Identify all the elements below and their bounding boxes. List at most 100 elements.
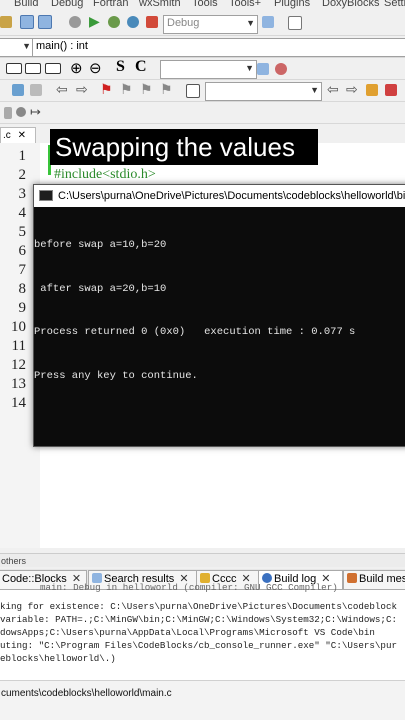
console-icon (39, 190, 53, 201)
zoom-out-icon[interactable]: ⊖ (89, 59, 102, 77)
line-number: 7 (18, 262, 27, 278)
abort-icon[interactable] (146, 16, 158, 28)
line-number: 3 (18, 186, 27, 202)
chevron-down-icon: ▼ (245, 63, 254, 73)
menu-wxsmith[interactable]: wxSmith (139, 0, 181, 9)
menu-settings[interactable]: Setti (384, 0, 405, 9)
mark-icon[interactable] (385, 84, 397, 96)
chevron-down-icon: ▼ (246, 18, 255, 28)
search-combo[interactable]: ▼ (160, 60, 257, 79)
info-icon[interactable] (30, 84, 42, 96)
bookmark-prev-icon[interactable]: ⚑ (120, 81, 133, 98)
debug-window-icon[interactable] (12, 84, 24, 96)
toolbar-debug: ⇦ ⇨ ⚑ ⚑ ⚑ ⚑ ▼ ⇦ ⇨ (0, 80, 405, 102)
line-number: 12 (11, 357, 26, 373)
log-line: eblocks\helloworld\.) (0, 653, 116, 664)
menu-build[interactable]: Build (14, 0, 38, 9)
console-title-bar[interactable]: C:\Users\purna\OneDrive\Pictures\Documen… (34, 185, 405, 207)
console-line: Process returned 0 (0x0) execution time … (34, 326, 356, 338)
line-number: 6 (18, 243, 27, 259)
line-number: 11 (11, 338, 26, 354)
build-and-run-icon[interactable] (108, 16, 120, 28)
toolbar-build: ▶ Debug ▼ (0, 10, 405, 36)
jump-icon[interactable] (186, 84, 200, 98)
code-s-button[interactable]: S (116, 58, 125, 76)
menu-debug[interactable]: Debug (51, 0, 83, 9)
tab-label: Build mes (359, 573, 405, 585)
view-icon-1[interactable] (6, 63, 22, 74)
replace-icon[interactable] (38, 15, 52, 29)
log-line: uting: "C:\Program Files\CodeBlocks/cb_c… (0, 640, 397, 651)
console-line: before swap a=10,b=20 (34, 239, 167, 251)
view-icon-2[interactable] (25, 63, 41, 74)
build-icon (347, 573, 357, 583)
bookmark-icon[interactable]: ⚑ (100, 81, 113, 98)
line-number: 2 (18, 167, 27, 183)
zoom-in-icon[interactable]: ⊕ (70, 59, 83, 77)
line-number: 13 (11, 376, 26, 392)
step-icon[interactable]: ↦ (30, 104, 41, 120)
menu-tools-plus[interactable]: Tools+ (229, 0, 261, 9)
target-options-icon[interactable] (262, 16, 274, 28)
line-number: 4 (18, 205, 27, 221)
log-line: main: Debug in helloworld (compiler: GNU… (40, 582, 338, 593)
nav-back-icon[interactable]: ⇦ (327, 81, 339, 98)
line-number: 8 (18, 281, 27, 297)
line-number: 14 (11, 395, 26, 411)
log-line: dowsApps;C:\Users\purna\AppData\Local\Pr… (0, 627, 375, 638)
menu-doxyblocks[interactable]: DoxyBlocks (322, 0, 379, 9)
tool-icon[interactable] (275, 63, 287, 75)
toggle-icon[interactable] (4, 107, 12, 119)
search-icon[interactable] (257, 63, 269, 75)
menu-plugins[interactable]: Plugins (274, 0, 310, 9)
line-number: 9 (18, 300, 27, 316)
scope-select[interactable]: ▼ (0, 38, 34, 57)
build-target-value: Debug (167, 17, 200, 29)
gear-build-icon[interactable] (69, 16, 81, 28)
view-icon-3[interactable] (45, 63, 61, 74)
chevron-down-icon: ▼ (310, 85, 319, 95)
show-options-icon[interactable] (288, 16, 302, 30)
status-bar: cuments\codeblocks\helloworld\main.c (0, 680, 405, 720)
line-number: 10 (11, 319, 26, 335)
toolbar-code-completion: ▼ main() : int (0, 36, 405, 58)
tab-build-messages[interactable]: Build mes (343, 570, 405, 590)
function-select[interactable]: main() : int (32, 38, 405, 57)
console-line: after swap a=20,b=10 (34, 282, 167, 295)
file-tab[interactable]: .c ✕ (0, 127, 36, 143)
file-tab-label: .c (3, 130, 11, 141)
others-label: others (0, 553, 405, 567)
close-icon[interactable]: ✕ (18, 130, 26, 141)
jump-combo[interactable]: ▼ (205, 82, 322, 101)
console-window[interactable]: C:\Users\purna\OneDrive\Pictures\Documen… (33, 184, 405, 447)
forward-arrow-icon[interactable]: ⇨ (76, 81, 88, 98)
log-line: king for existence: C:\Users\purna\OneDr… (0, 601, 397, 612)
video-caption: Swapping the values (50, 129, 318, 165)
build-log-output: main: Debug in helloworld (compiler: GNU… (0, 582, 405, 680)
back-arrow-icon[interactable]: ⇦ (56, 81, 68, 98)
status-file-path: cuments\codeblocks\helloworld\main.c (1, 688, 172, 699)
code-c-button[interactable]: C (135, 58, 147, 76)
chevron-down-icon: ▼ (22, 41, 31, 51)
menu-fortran[interactable]: Fortran (93, 0, 128, 9)
log-line: variable: PATH=.;C:\MinGW\bin;C:\MinGW;C… (0, 614, 397, 625)
code-line-include: #include<stdio.h> (54, 167, 156, 182)
console-line: Press any key to continue. (34, 369, 198, 382)
menu-tools[interactable]: Tools (192, 0, 218, 9)
run-icon[interactable]: ▶ (89, 13, 100, 30)
console-title: C:\Users\purna\OneDrive\Pictures\Documen… (58, 190, 405, 202)
record-icon[interactable] (16, 107, 26, 117)
build-target-select[interactable]: Debug ▼ (163, 15, 258, 34)
toolbar-misc: ↦ (0, 102, 405, 124)
highlight-icon[interactable] (366, 84, 378, 96)
bookmark-clear-icon[interactable]: ⚑ (160, 81, 173, 98)
find-icon[interactable] (20, 15, 34, 29)
console-output: before swap a=10,b=20 after swap a=20,b=… (34, 209, 405, 412)
rebuild-icon[interactable] (127, 16, 139, 28)
nav-forward-icon[interactable]: ⇨ (346, 81, 358, 98)
paste-icon[interactable] (0, 16, 12, 28)
line-number: 1 (18, 148, 27, 164)
bookmark-next-icon[interactable]: ⚑ (140, 81, 153, 98)
menu-bar: Build Debug Fortran wxSmith Tools Tools+… (0, 0, 405, 10)
function-value: main() : int (36, 40, 88, 52)
